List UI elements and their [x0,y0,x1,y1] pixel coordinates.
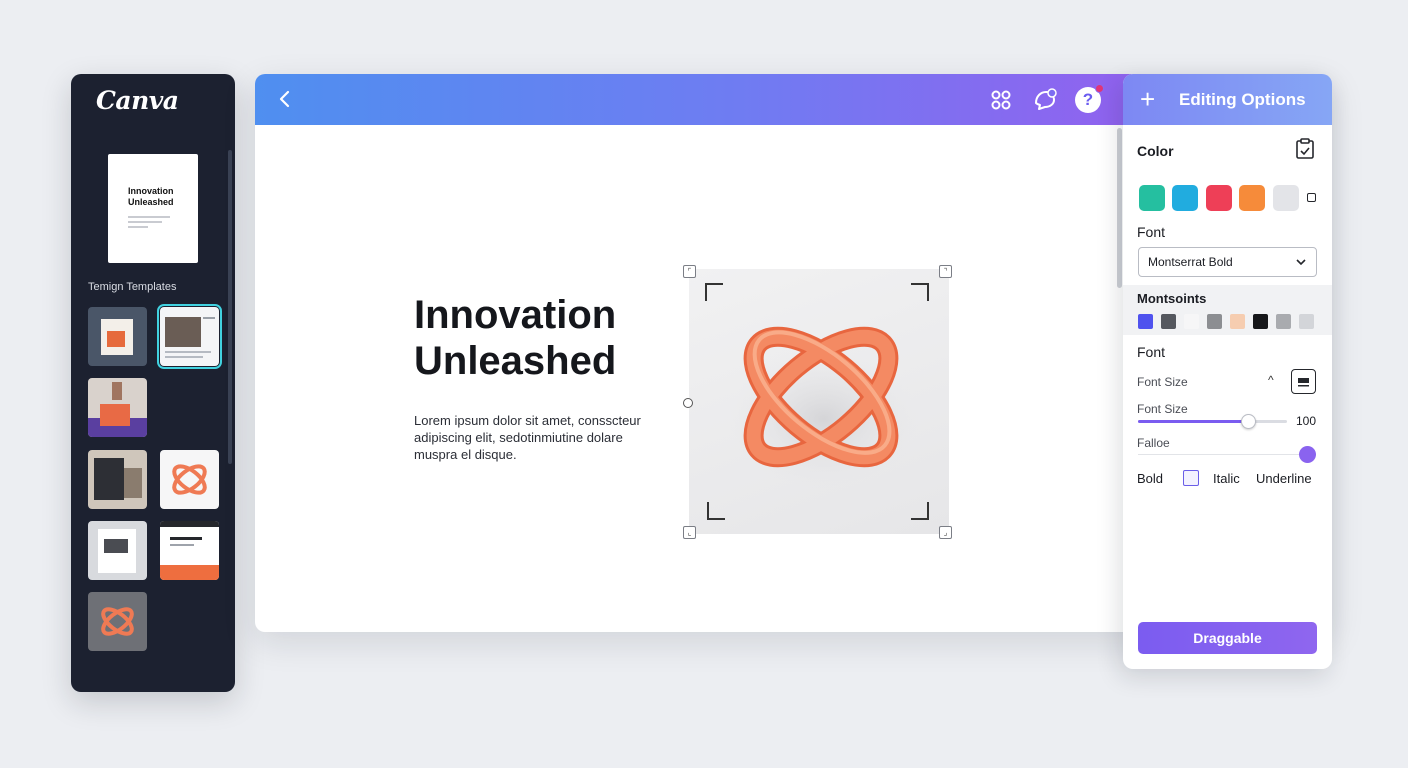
italic-option[interactable]: Italic [1213,471,1240,486]
font-label: Font [1137,224,1166,240]
palette-swatch[interactable] [1299,314,1314,329]
headline-line2: Unleashed [414,339,617,383]
color-swatch[interactable] [1172,185,1198,211]
style-checkbox[interactable] [1183,470,1199,486]
align-icon [1298,378,1309,387]
template-thumbnail[interactable] [88,521,147,580]
comments-button[interactable] [1031,86,1059,114]
template-thumbnail-selected[interactable] [157,304,222,369]
thumbnail-title-line2: Unleashed [128,197,174,207]
templates-label: Temign Templates [88,281,177,293]
panel-title: Editing Options [1179,90,1306,109]
template-thumbnail[interactable] [88,378,147,437]
apps-grid-button[interactable] [987,86,1015,114]
font-size-value: 100 [1296,414,1317,428]
grid-icon [991,90,1011,110]
thumbnail-text-lines [128,216,190,228]
thumbnail-title-line1: Innovation [128,186,174,196]
comment-icon [1035,88,1057,110]
chevron-left-icon [279,90,290,108]
palette-label: Montsoints [1137,291,1207,306]
canva-logo[interactable]: Canva [96,86,179,115]
knot-icon [101,607,134,636]
sidebar-scrollbar[interactable] [228,150,232,464]
bold-option[interactable]: Bold [1137,471,1163,486]
template-thumbnail[interactable] [88,307,147,366]
palette-swatch[interactable] [1184,314,1199,329]
font-family-value: Montserrat Bold [1148,255,1233,269]
canvas-scrollbar[interactable] [1117,128,1122,288]
knot-3d-image [729,326,919,489]
more-colors-icon[interactable] [1307,193,1316,202]
template-thumbnail-knot[interactable] [160,450,219,509]
collapse-icon[interactable]: ^ [1268,373,1274,387]
palette-swatch[interactable] [1253,314,1268,329]
palette-swatch[interactable] [1276,314,1291,329]
underline-option[interactable]: Underline [1256,471,1312,486]
palette-swatch[interactable] [1230,314,1245,329]
back-button[interactable] [273,87,297,111]
color-swatch[interactable] [1206,185,1232,211]
color-swatch[interactable] [1273,185,1299,211]
falloe-label: Falloe [1137,436,1170,450]
template-thumbnail-knot[interactable] [88,592,147,651]
question-icon: ? [1082,90,1094,109]
falloe-toggle[interactable] [1299,446,1316,463]
color-swatch[interactable] [1139,185,1165,211]
selected-image[interactable] [689,269,949,534]
draggable-button[interactable]: Draggable [1138,622,1317,654]
palette-swatch[interactable] [1207,314,1222,329]
resize-handle-top-right[interactable]: ⌝ [939,265,952,278]
headline-line1: Innovation [414,293,617,337]
sidebar: Canva Innovation Unleashed Temign Templa… [71,74,235,692]
plus-icon[interactable]: + [1140,85,1155,113]
font-family-dropdown[interactable]: Montserrat Bold [1138,247,1317,277]
slider-fill [1138,420,1249,423]
body-line: Lorem ipsum dolor sit amet, consscteur [414,413,641,428]
palette-swatch[interactable] [1161,314,1176,329]
color-label: Color [1137,143,1174,159]
color-swatch[interactable] [1239,185,1265,211]
panel-header: + Editing Options [1123,74,1332,125]
resize-handle-left[interactable] [683,398,693,408]
clipboard-button[interactable] [1295,138,1315,160]
design-body-text[interactable]: Lorem ipsum dolor sit amet, consscteur a… [414,412,654,463]
notification-dot [1095,84,1104,93]
resize-handle-top-left[interactable]: ⌜ [683,265,696,278]
body-line: muspra el disque. [414,447,517,462]
resize-handle-bottom-left[interactable]: ⌞ [683,526,696,539]
design-headline[interactable]: Innovation Unleashed [414,292,616,384]
falloe-track[interactable] [1138,454,1300,455]
font-size-label: Font Size [1137,375,1188,389]
slider-thumb[interactable] [1241,414,1257,429]
text-align-button[interactable] [1291,369,1316,394]
document-thumbnail[interactable]: Innovation Unleashed [108,154,198,263]
template-thumbnail[interactable] [160,521,219,580]
clipboard-icon [1296,138,1314,159]
font-section-label: Font [1137,344,1166,360]
editing-options-panel: + Editing Options Color Font Montserrat … [1123,74,1332,669]
palette-swatch[interactable] [1138,314,1153,329]
template-thumbnail[interactable] [88,450,147,509]
font-size-slider-label: Font Size [1137,402,1188,416]
resize-handle-bottom-right[interactable]: ⌟ [939,526,952,539]
knot-icon [172,464,207,495]
chevron-down-icon [1295,248,1307,286]
font-size-slider[interactable] [1138,420,1287,423]
body-line: adipiscing elit, sedotinmiutine dolare [414,430,623,445]
